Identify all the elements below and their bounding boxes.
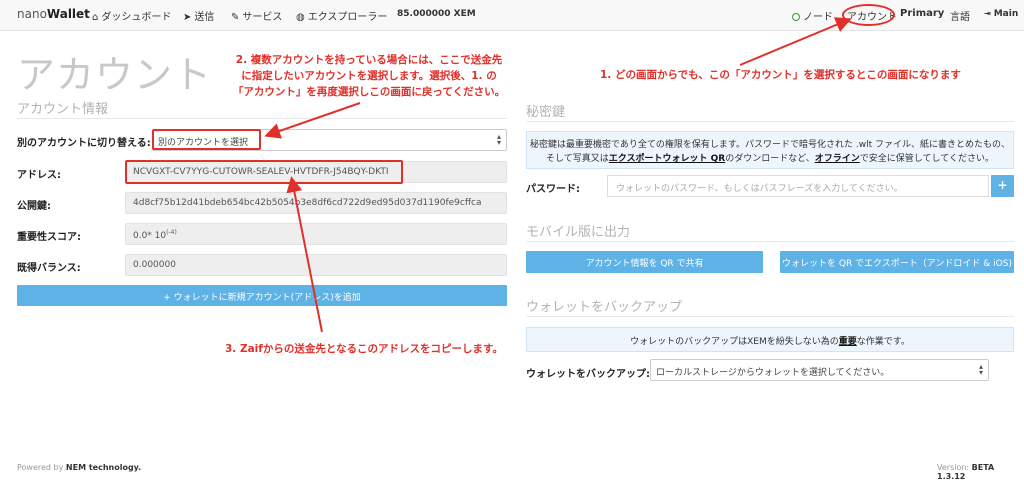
annotation-arrows bbox=[264, 17, 852, 333]
arrow-to-address bbox=[286, 176, 323, 333]
arrow-to-switch-select bbox=[264, 102, 361, 139]
footer-version: Version: BETA 1.3.12 bbox=[937, 463, 1024, 481]
footer-powered-prefix: Powered by bbox=[17, 463, 66, 472]
footer-powered-name: NEM technology. bbox=[65, 463, 142, 472]
footer-version-prefix: Version: bbox=[937, 463, 972, 472]
footer-powered-by: Powered by NEM technology. bbox=[17, 463, 141, 472]
arrow-to-account-nav bbox=[739, 17, 852, 66]
